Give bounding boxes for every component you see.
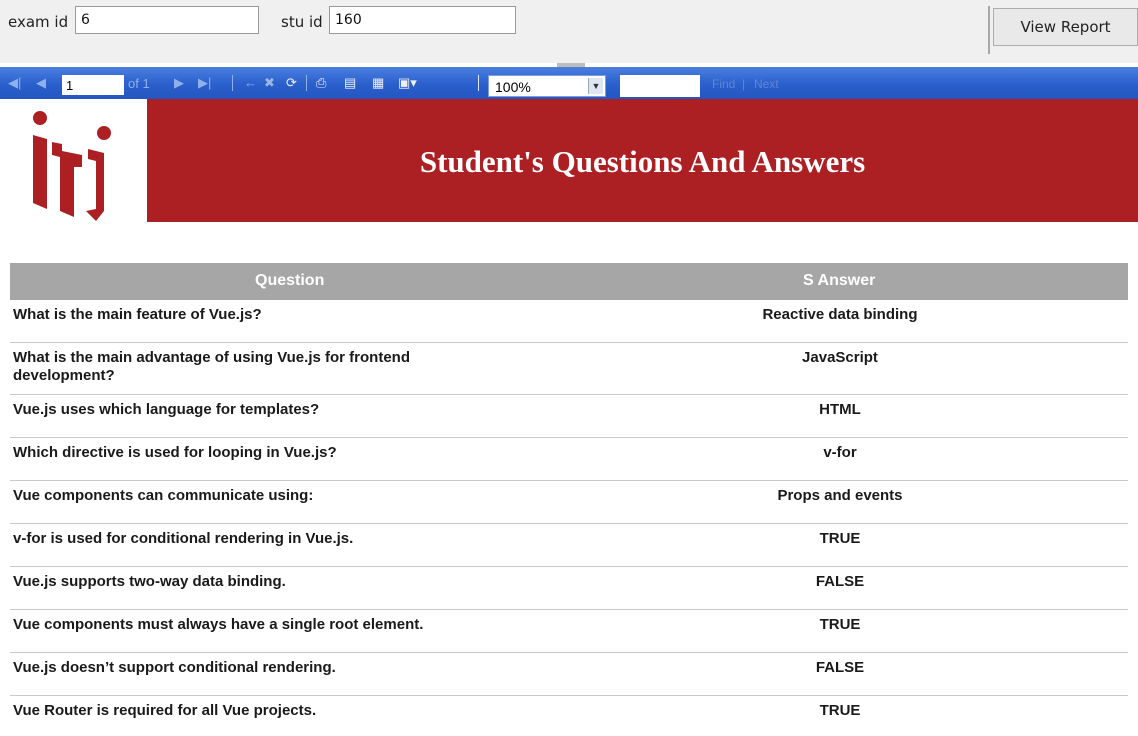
last-page-icon[interactable]: ▶| — [198, 76, 211, 90]
table-row: Vue components must always have a single… — [10, 610, 1128, 653]
toolbar-separator — [232, 75, 233, 91]
question-cell: Vue Router is required for all Vue proje… — [13, 702, 317, 719]
question-cell: v-for is used for conditional rendering … — [13, 530, 354, 547]
current-page-input[interactable] — [62, 75, 124, 95]
question-cell: Vue components must always have a single… — [13, 616, 424, 633]
table-row: v-for is used for conditional rendering … — [10, 524, 1128, 567]
stop-icon[interactable]: ✖ — [264, 76, 275, 90]
find-separator: | — [742, 77, 746, 91]
report-toolbar: ◀​| ◀ of 1 ▶ ▶| ← ✖ ⟳ ⎙ ▤ ▦ ▣▾ 100% ▼ Fi… — [0, 67, 1138, 99]
exam-id-label: exam id — [8, 13, 69, 31]
table-row: Vue.js doesn’t support conditional rende… — [10, 653, 1128, 696]
report-banner: Student's Questions And Answers — [147, 99, 1138, 222]
table-header: Question S Answer — [10, 263, 1128, 300]
answer-cell: TRUE — [819, 530, 861, 547]
iti-logo-icon — [33, 111, 111, 221]
print-icon[interactable]: ⎙ — [316, 76, 326, 90]
toolbar-separator — [478, 75, 479, 91]
refresh-icon[interactable]: ⟳ — [286, 76, 297, 90]
back-icon[interactable]: ← — [244, 76, 257, 90]
page-count: of 1 — [128, 76, 150, 91]
print-layout-icon[interactable]: ▤ — [344, 76, 356, 90]
answer-cell: TRUE — [819, 702, 861, 719]
table-row: Vue Router is required for all Vue proje… — [10, 696, 1128, 736]
table-row: Vue components can communicate using: Pr… — [10, 481, 1128, 524]
column-header-answer: S Answer — [803, 272, 876, 289]
stu-id-label: stu id — [281, 13, 323, 31]
zoom-select[interactable]: 100% ▼ — [488, 75, 606, 97]
question-cell: What is the main feature of Vue.js? — [13, 306, 262, 323]
answers-table: Question S Answer What is the main featu… — [10, 263, 1128, 736]
answer-cell: JavaScript — [802, 349, 878, 366]
question-cell: Vue.js doesn’t support conditional rende… — [13, 659, 336, 676]
find-next-link[interactable]: Next — [754, 77, 779, 91]
first-page-icon[interactable]: ◀​| — [8, 76, 21, 90]
question-cell: Vue.js supports two-way data binding. — [13, 573, 286, 590]
chevron-down-icon[interactable]: ▼ — [588, 78, 603, 94]
answer-cell: TRUE — [819, 616, 861, 633]
report-title: Student's Questions And Answers — [419, 144, 866, 179]
zoom-value: 100% — [495, 79, 531, 95]
next-page-icon[interactable]: ▶ — [174, 76, 184, 90]
export-icon[interactable]: ▣▾ — [398, 76, 417, 90]
question-cell: Vue.js uses which language for templates… — [13, 401, 320, 418]
find-link[interactable]: Find — [712, 77, 735, 91]
table-row: What is the main advantage of using Vue.… — [10, 343, 1128, 395]
question-cell: Which directive is used for looping in V… — [13, 444, 337, 461]
table-row: Vue.js supports two-way data binding. FA… — [10, 567, 1128, 610]
answer-cell: HTML — [819, 401, 861, 418]
find-text-input[interactable] — [620, 75, 700, 97]
parameter-bar: exam id stu id View Report — [0, 0, 1138, 63]
question-cell: What is the main advantage of using Vue.… — [13, 349, 410, 384]
answer-cell: Reactive data binding — [762, 306, 918, 323]
exam-id-input[interactable] — [75, 6, 259, 34]
answer-cell: FALSE — [815, 573, 865, 590]
answer-cell: v-for — [823, 444, 857, 461]
view-report-button[interactable]: View Report — [993, 8, 1138, 46]
previous-page-icon[interactable]: ◀ — [36, 76, 46, 90]
question-cell: Vue components can communicate using: — [13, 487, 314, 504]
answer-cell: FALSE — [815, 659, 865, 676]
table-row: What is the main feature of Vue.js? Reac… — [10, 300, 1128, 343]
iti-logo — [0, 99, 147, 222]
answer-cell: Props and events — [777, 487, 903, 504]
page-setup-icon[interactable]: ▦ — [372, 76, 384, 90]
table-row: Vue.js uses which language for templates… — [10, 395, 1128, 438]
stu-id-input[interactable] — [329, 6, 516, 34]
column-header-question: Question — [255, 272, 325, 289]
parameter-divider — [988, 6, 990, 54]
toolbar-separator — [306, 75, 307, 91]
table-row: Which directive is used for looping in V… — [10, 438, 1128, 481]
